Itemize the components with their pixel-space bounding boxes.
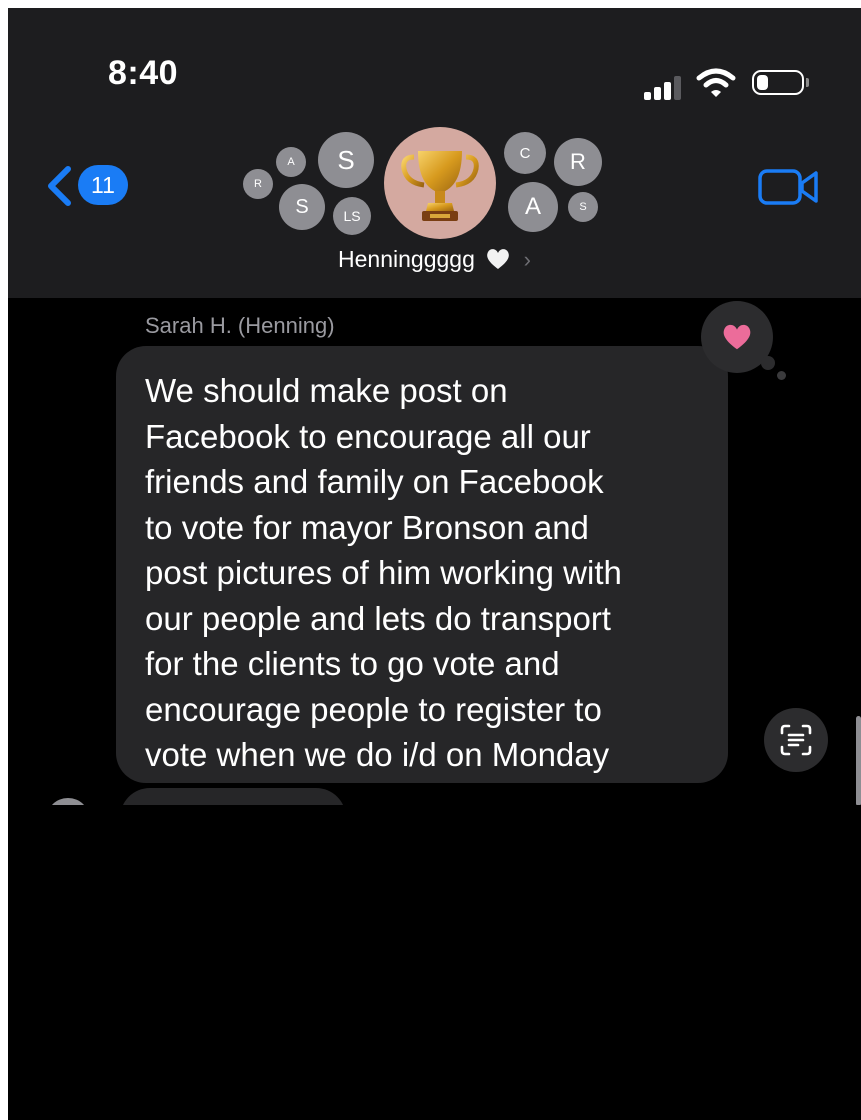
message-bubble[interactable]: We should make post on Facebook to encou… (116, 346, 728, 783)
chevron-right-icon: › (523, 247, 531, 272)
member-avatar: S (318, 132, 374, 188)
member-avatar: S (279, 184, 325, 230)
white-heart-icon (487, 249, 510, 269)
tapback-tail (777, 371, 786, 380)
group-name-button[interactable]: Henninggggg › (8, 246, 861, 273)
member-avatar: LS (333, 197, 371, 235)
member-avatar: R (243, 169, 273, 199)
member-avatar: A (508, 182, 558, 232)
member-avatar: S (568, 192, 598, 222)
member-avatar: A (276, 147, 306, 177)
trophy-icon (401, 151, 479, 221)
empty-area (8, 805, 861, 1120)
messages-screen: 8:40 11 R A S S LS C R A S Henninggggg ›… (8, 8, 861, 1120)
member-avatar: C (504, 132, 546, 174)
group-name-label: Henninggggg (338, 246, 475, 272)
live-text-button[interactable] (764, 708, 828, 772)
pink-heart-icon (723, 324, 751, 350)
group-photo (384, 127, 496, 239)
tapback-tail (761, 356, 775, 370)
live-text-icon (780, 724, 812, 756)
member-avatar: R (554, 138, 602, 186)
message-text: We should make post on Facebook to encou… (145, 372, 622, 773)
conversation-header: 8:40 11 R A S S LS C R A S Henninggggg › (8, 8, 861, 298)
sender-name: Sarah H. (Henning) (145, 313, 335, 338)
scrollbar[interactable] (856, 716, 861, 806)
